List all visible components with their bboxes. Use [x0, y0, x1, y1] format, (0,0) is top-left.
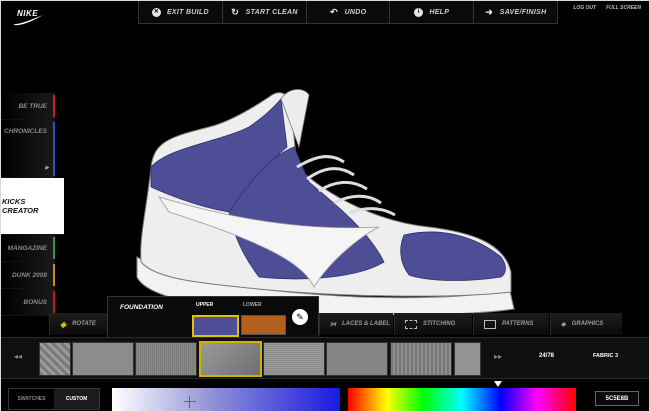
fabric-swatch[interactable]: [39, 342, 71, 376]
top-links: LOG OUT FULL SCREEN: [573, 5, 641, 11]
saturation-picker[interactable]: [112, 388, 340, 411]
fabric-swatch[interactable]: [454, 342, 481, 376]
save-finish-label: SAVE/FINISH: [499, 8, 547, 16]
patterns-tab[interactable]: PATTERNS: [473, 313, 549, 335]
swatches-tab[interactable]: SWATCHES: [9, 389, 54, 409]
menu-item-label: MANGAZINE: [7, 244, 47, 252]
stitching-label: STITCHING: [423, 321, 456, 327]
logo-text: NIKE: [17, 9, 39, 18]
undo-button[interactable]: ↶ UNDO: [307, 1, 391, 23]
start-clean-button[interactable]: ↻ START CLEAN: [223, 1, 307, 23]
menu-item-chronicles[interactable]: CHRONICLES ▶: [1, 120, 55, 178]
graphics-label: GRAPHICS: [571, 321, 604, 327]
start-clean-label: START CLEAN: [245, 8, 298, 16]
undo-icon: ↶: [330, 6, 338, 17]
rotate-tab[interactable]: ◈ ROTATE: [49, 313, 107, 335]
help-button[interactable]: i HELP: [390, 1, 475, 23]
hue-slider[interactable]: [348, 388, 576, 411]
rotate-label: ROTATE: [72, 321, 96, 327]
menu-accent-bar: [53, 264, 55, 286]
fabric-name: FABRIC 3: [593, 353, 619, 359]
arrow-right-icon: ➜: [485, 6, 494, 17]
laces-icon: ⋈: [330, 321, 336, 328]
close-circle-icon: ✕: [151, 7, 161, 17]
fabric-swatch[interactable]: [72, 342, 134, 376]
menu-item-label: BE TRUE: [18, 102, 47, 110]
menu-item-be-true[interactable]: BE TRUE: [1, 93, 55, 120]
nike-logo[interactable]: NIKE: [11, 9, 45, 27]
fabric-swatch-selected[interactable]: [199, 341, 262, 377]
fabric-swatch[interactable]: [263, 342, 325, 376]
refresh-icon: ↻: [231, 6, 240, 17]
hue-pointer-icon[interactable]: [494, 381, 502, 387]
undo-label: UNDO: [344, 8, 367, 16]
sneaker-preview[interactable]: [129, 87, 519, 317]
prev-swatches-button[interactable]: ◂◂: [14, 352, 22, 361]
patterns-icon: [484, 319, 496, 329]
menu-accent-bar: [53, 95, 55, 117]
customize-tabs: ◈ ROTATE ⋈ LACES & LABEL STITCHING PATTE…: [1, 310, 649, 336]
expand-arrow-icon: ▶: [45, 165, 49, 171]
stitching-tab[interactable]: STITCHING: [394, 313, 472, 335]
menu-item-label: DUNK 2008: [11, 271, 47, 279]
next-swatches-button[interactable]: ▸▸: [494, 352, 502, 361]
menu-accent-bar: [53, 237, 55, 259]
laces-label: LACES & LABEL: [342, 321, 390, 327]
logout-link[interactable]: LOG OUT: [573, 5, 596, 11]
fabric-swatch[interactable]: [326, 342, 388, 376]
info-icon: i: [414, 7, 424, 17]
color-mode-tabs: SWATCHES CUSTOM: [8, 388, 100, 410]
menu-item-label: KICKS CREATOR: [2, 197, 39, 215]
menu-item-label: CHRONICLES: [4, 128, 47, 135]
swatch-count: 24/78: [539, 353, 555, 359]
menu-item-dunk-2008[interactable]: DUNK 2008: [1, 262, 55, 289]
menu-item-mangazine[interactable]: MANGAZINE: [1, 235, 55, 262]
exit-build-label: EXIT BUILD: [166, 8, 209, 16]
upper-label: UPPER: [196, 302, 214, 308]
hex-value-field[interactable]: 5C5E8B: [595, 391, 639, 406]
fullscreen-link[interactable]: FULL SCREEN: [606, 5, 641, 11]
graphics-tab[interactable]: ◆ GRAPHICS: [550, 313, 622, 335]
graphics-icon: ◆: [561, 321, 566, 328]
lower-label: LOWER: [243, 302, 262, 308]
rotate-icon: ◈: [60, 319, 67, 329]
menu-item-kicks-creator[interactable]: KICKS CREATOR: [1, 178, 64, 235]
menu-accent-bar: [53, 122, 55, 176]
menu-item-label: BONUS: [23, 298, 47, 306]
exit-build-button[interactable]: ✕ EXIT BUILD: [139, 1, 223, 23]
kicks-creator-app: NIKE ✕ EXIT BUILD ↻ START CLEAN ↶ UNDO i…: [1, 1, 649, 411]
custom-tab[interactable]: CUSTOM: [54, 389, 99, 409]
crosshair-icon: [184, 396, 196, 408]
left-menu: BE TRUE CHRONICLES ▶ KICKS CREATOR MANGA…: [1, 93, 64, 316]
save-finish-button[interactable]: ➜ SAVE/FINISH: [474, 1, 557, 23]
stitching-icon: [405, 319, 417, 329]
laces-label-tab[interactable]: ⋈ LACES & LABEL: [319, 313, 393, 335]
fabric-swatch[interactable]: [135, 342, 197, 376]
top-toolbar: ✕ EXIT BUILD ↻ START CLEAN ↶ UNDO i HELP…: [138, 1, 558, 24]
fabric-swatch-strip: ◂◂ ▸▸ 24/78 FABRIC 3: [1, 337, 649, 379]
fabric-swatch[interactable]: [390, 342, 452, 376]
help-label: HELP: [429, 8, 450, 16]
patterns-label: PATTERNS: [502, 321, 534, 327]
